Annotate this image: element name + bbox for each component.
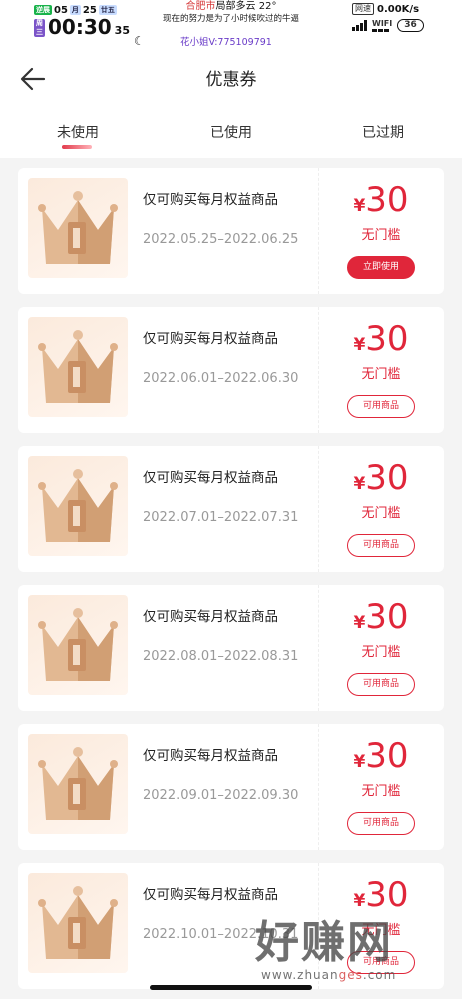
coupon-validity: 2022.05.25–2022.06.25 bbox=[143, 232, 299, 247]
weather-city: 合肥市 bbox=[185, 1, 216, 12]
weather-text: 局部多云 22° bbox=[215, 1, 277, 12]
coupon-threshold: 无门槛 bbox=[361, 506, 401, 521]
coupon-card[interactable]: 仅可购买每月权益商品 2022.09.01–2022.09.30 ¥30 无门槛… bbox=[18, 724, 444, 850]
status-bar: 逆展 05 月 25 廿五 周三 00:30 35 ☾ 合肥市局部多云 22° … bbox=[0, 0, 462, 52]
coupon-card[interactable]: 仅可购买每月权益商品 2022.08.01–2022.08.31 ¥30 无门槛… bbox=[18, 585, 444, 711]
status-seconds: 35 bbox=[114, 24, 130, 37]
coupon-price: ¥30 bbox=[318, 180, 444, 220]
coupon-title: 仅可购买每月权益商品 bbox=[143, 748, 278, 764]
crown-icon bbox=[38, 747, 118, 820]
crown-icon bbox=[38, 330, 118, 403]
coupon-amount: 30 bbox=[365, 180, 409, 220]
status-motto: 现在的努力是为了小时候吹过的牛逼 bbox=[162, 14, 299, 24]
coupon-amount: 30 bbox=[365, 458, 409, 498]
currency-symbol: ¥ bbox=[353, 335, 366, 355]
coupon-validity: 2022.08.01–2022.08.31 bbox=[143, 649, 299, 664]
coupon-tabs: 未使用 已使用 已过期 bbox=[0, 104, 462, 158]
status-wechat: 花小姐V:775109791 bbox=[180, 37, 272, 48]
coupon-price: ¥30 bbox=[318, 458, 444, 498]
active-tab-indicator bbox=[62, 145, 92, 149]
coupon-title: 仅可购买每月权益商品 bbox=[143, 609, 278, 625]
net-speed: 0.00K/s bbox=[377, 3, 420, 15]
status-clock: 00:30 bbox=[48, 15, 112, 39]
coupon-price: ¥30 bbox=[318, 319, 444, 359]
watermark-url-suffix: .com bbox=[362, 968, 397, 982]
available-products-button[interactable]: 可用商品 bbox=[347, 534, 415, 557]
home-indicator[interactable] bbox=[150, 985, 312, 990]
tab-expired[interactable]: 已过期 bbox=[333, 122, 433, 142]
coupon-card[interactable]: 仅可购买每月权益商品 2022.07.01–2022.07.31 ¥30 无门槛… bbox=[18, 446, 444, 572]
tab-used[interactable]: 已使用 bbox=[181, 122, 281, 142]
use-now-button[interactable]: 立即使用 bbox=[347, 256, 415, 279]
coupon-validity: 2022.06.01–2022.06.30 bbox=[143, 371, 299, 386]
status-lunar: 廿五 bbox=[98, 5, 117, 15]
status-clock-widget: 逆展 05 月 25 廿五 周三 00:30 35 bbox=[34, 4, 130, 37]
coupon-threshold: 无门槛 bbox=[361, 645, 401, 660]
crown-image bbox=[28, 734, 128, 834]
currency-symbol: ¥ bbox=[353, 613, 366, 633]
coupon-amount: 30 bbox=[365, 319, 409, 359]
coupon-threshold: 无门槛 bbox=[361, 228, 401, 243]
status-day: 25 bbox=[82, 4, 97, 16]
coupon-title: 仅可购买每月权益商品 bbox=[143, 887, 278, 903]
coupon-title: 仅可购买每月权益商品 bbox=[143, 470, 278, 486]
coupon-threshold: 无门槛 bbox=[361, 784, 401, 799]
available-products-button[interactable]: 可用商品 bbox=[347, 395, 415, 418]
coupon-price: ¥30 bbox=[318, 736, 444, 776]
watermark-title: 好赚网 bbox=[255, 917, 393, 968]
moon-icon: ☾ bbox=[134, 34, 145, 48]
coupon-card[interactable]: 仅可购买每月权益商品 2022.05.25–2022.06.25 ¥30 无门槛… bbox=[18, 168, 444, 294]
crown-icon bbox=[38, 469, 118, 542]
status-month-tag: 月 bbox=[69, 5, 81, 15]
crown-image bbox=[28, 317, 128, 417]
coupon-title: 仅可购买每月权益商品 bbox=[143, 192, 278, 208]
coupon-price: ¥30 bbox=[318, 875, 444, 915]
page-title: 优惠券 bbox=[205, 70, 257, 90]
wifi-label: WIFI bbox=[372, 18, 393, 28]
crown-icon bbox=[38, 886, 118, 959]
available-products-button[interactable]: 可用商品 bbox=[347, 812, 415, 835]
available-products-button[interactable]: 可用商品 bbox=[347, 673, 415, 696]
nav-header: 优惠券 bbox=[0, 52, 462, 104]
crown-image bbox=[28, 178, 128, 278]
coupon-threshold: 无门槛 bbox=[361, 367, 401, 382]
coupon-amount: 30 bbox=[365, 875, 409, 915]
coupon-title: 仅可购买每月权益商品 bbox=[143, 331, 278, 347]
crown-image bbox=[28, 873, 128, 973]
status-indicators: 网速 0.00K/s WIFI 36 bbox=[352, 3, 436, 32]
signal-icon bbox=[352, 20, 367, 31]
crown-image bbox=[28, 595, 128, 695]
watermark-url-highlight: ges bbox=[338, 968, 363, 982]
crown-image bbox=[28, 456, 128, 556]
coupon-price: ¥30 bbox=[318, 597, 444, 637]
currency-symbol: ¥ bbox=[353, 474, 366, 494]
net-label: 网速 bbox=[352, 3, 374, 15]
watermark-url-prefix: www.zhuan bbox=[261, 968, 339, 982]
status-weekday: 周三 bbox=[34, 19, 45, 37]
tab-unused[interactable]: 未使用 bbox=[28, 122, 128, 142]
coupon-card[interactable]: 仅可购买每月权益商品 2022.06.01–2022.06.30 ¥30 无门槛… bbox=[18, 307, 444, 433]
crown-icon bbox=[38, 608, 118, 681]
watermark-url: www.zhuanges.com bbox=[261, 968, 455, 982]
coupon-amount: 30 bbox=[365, 597, 409, 637]
status-weather: 合肥市局部多云 22° 现在的努力是为了小时候吹过的牛逼 bbox=[120, 0, 342, 25]
coupon-amount: 30 bbox=[365, 736, 409, 776]
currency-symbol: ¥ bbox=[353, 752, 366, 772]
battery-indicator: 36 bbox=[397, 19, 424, 32]
currency-symbol: ¥ bbox=[353, 891, 366, 911]
status-month: 05 bbox=[54, 4, 68, 16]
currency-symbol: ¥ bbox=[353, 196, 366, 216]
status-tag: 逆展 bbox=[34, 5, 52, 15]
coupon-validity: 2022.09.01–2022.09.30 bbox=[143, 788, 299, 803]
coupon-validity: 2022.07.01–2022.07.31 bbox=[143, 510, 299, 525]
wifi-icon: WIFI bbox=[372, 18, 393, 32]
crown-icon bbox=[38, 191, 118, 264]
site-watermark: 好赚网 www.zhuanges.com bbox=[255, 918, 455, 992]
